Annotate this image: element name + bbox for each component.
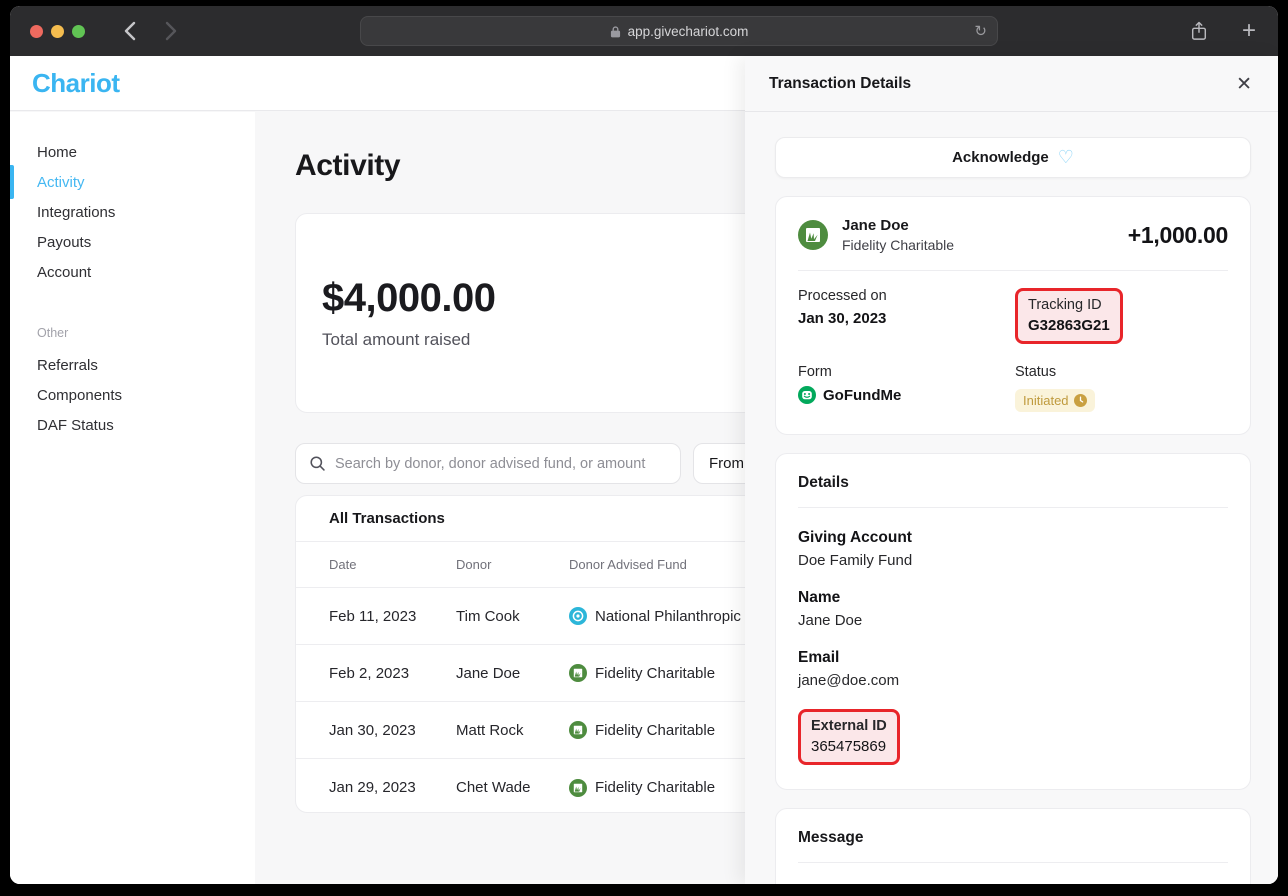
fidelity-icon bbox=[569, 779, 587, 797]
chariot-logo: Chariot bbox=[32, 68, 120, 99]
tracking-id-highlight: Tracking ID G32863G21 bbox=[1015, 288, 1123, 344]
message-title: Message bbox=[798, 829, 1228, 847]
message-card: Message bbox=[775, 808, 1251, 884]
external-id-label: External ID bbox=[811, 718, 887, 734]
donor-fund: Fidelity Charitable bbox=[842, 237, 954, 253]
divider bbox=[798, 270, 1228, 271]
page-title: Activity bbox=[295, 149, 400, 183]
sidebar: Home Activity Integrations Payouts Accou… bbox=[10, 112, 255, 884]
name-value: Jane Doe bbox=[798, 612, 1228, 629]
close-icon[interactable]: ✕ bbox=[1236, 73, 1252, 95]
gofundme-icon bbox=[798, 386, 816, 404]
giving-account-label: Giving Account bbox=[798, 529, 1228, 547]
divider bbox=[798, 862, 1228, 863]
status-label: Status bbox=[1015, 364, 1095, 380]
sidebar-item-account[interactable]: Account bbox=[10, 257, 255, 287]
column-header-date: Date bbox=[329, 557, 456, 572]
heart-icon: ♡ bbox=[1058, 147, 1074, 168]
email-value: jane@doe.com bbox=[798, 672, 1228, 689]
details-title: Details bbox=[798, 474, 1228, 492]
external-id-value: 365475869 bbox=[811, 738, 887, 755]
close-window-button[interactable] bbox=[30, 25, 43, 38]
details-card: Details Giving Account Doe Family Fund N… bbox=[775, 453, 1251, 790]
sidebar-item-activity[interactable]: Activity bbox=[10, 167, 255, 197]
npt-icon bbox=[569, 607, 587, 625]
back-button[interactable] bbox=[117, 19, 141, 43]
search-input[interactable] bbox=[335, 456, 667, 472]
divider bbox=[798, 507, 1228, 508]
status-badge: Initiated bbox=[1015, 389, 1095, 412]
sidebar-item-home[interactable]: Home bbox=[10, 137, 255, 167]
search-box bbox=[295, 443, 681, 484]
fidelity-icon bbox=[569, 664, 587, 682]
browser-titlebar: app.givechariot.com ↻ + bbox=[10, 6, 1278, 56]
transaction-amount: +1,000.00 bbox=[1128, 222, 1228, 249]
app-root: Chariot Home Activity Integrations Payou… bbox=[10, 56, 1278, 884]
sidebar-item-daf-status[interactable]: DAF Status bbox=[10, 410, 255, 440]
forward-button[interactable] bbox=[159, 19, 183, 43]
external-id-highlight: External ID 365475869 bbox=[798, 709, 900, 765]
panel-header: Transaction Details ✕ bbox=[745, 56, 1278, 112]
lock-icon bbox=[610, 25, 621, 38]
address-bar[interactable]: app.givechariot.com ↻ bbox=[360, 16, 998, 46]
clock-icon bbox=[1074, 394, 1087, 407]
url-text: app.givechariot.com bbox=[628, 24, 749, 39]
name-label: Name bbox=[798, 589, 1228, 607]
reload-icon[interactable]: ↻ bbox=[974, 22, 987, 40]
new-tab-icon[interactable]: + bbox=[1242, 19, 1256, 43]
browser-window: app.givechariot.com ↻ + Chariot Home Act… bbox=[10, 6, 1278, 884]
sidebar-item-components[interactable]: Components bbox=[10, 380, 255, 410]
form-value: GoFundMe bbox=[823, 387, 901, 404]
giving-account-value: Doe Family Fund bbox=[798, 552, 1228, 569]
sidebar-section-other: Other bbox=[10, 320, 255, 346]
sidebar-item-referrals[interactable]: Referrals bbox=[10, 350, 255, 380]
tracking-id-value: G32863G21 bbox=[1028, 317, 1110, 334]
zoom-window-button[interactable] bbox=[72, 25, 85, 38]
transaction-summary-card: Jane Doe Fidelity Charitable +1,000.00 P… bbox=[775, 196, 1251, 435]
column-header-donor: Donor bbox=[456, 557, 569, 572]
fidelity-icon bbox=[569, 721, 587, 739]
processed-on-value: Jan 30, 2023 bbox=[798, 310, 1015, 327]
sidebar-item-integrations[interactable]: Integrations bbox=[10, 197, 255, 227]
form-label: Form bbox=[798, 364, 1015, 380]
panel-title: Transaction Details bbox=[769, 75, 911, 93]
sidebar-item-payouts[interactable]: Payouts bbox=[10, 227, 255, 257]
processed-on-label: Processed on bbox=[798, 288, 1015, 304]
email-label: Email bbox=[798, 649, 1228, 667]
transaction-details-panel: Transaction Details ✕ Acknowledge ♡ Jane… bbox=[745, 56, 1278, 884]
share-icon[interactable] bbox=[1190, 20, 1208, 42]
tracking-id-label: Tracking ID bbox=[1028, 297, 1110, 313]
window-controls bbox=[30, 25, 85, 38]
donor-name: Jane Doe bbox=[842, 217, 954, 234]
minimize-window-button[interactable] bbox=[51, 25, 64, 38]
search-icon bbox=[309, 455, 326, 472]
active-indicator bbox=[10, 165, 14, 199]
acknowledge-button[interactable]: Acknowledge ♡ bbox=[775, 137, 1251, 178]
fidelity-avatar-icon bbox=[798, 220, 828, 250]
